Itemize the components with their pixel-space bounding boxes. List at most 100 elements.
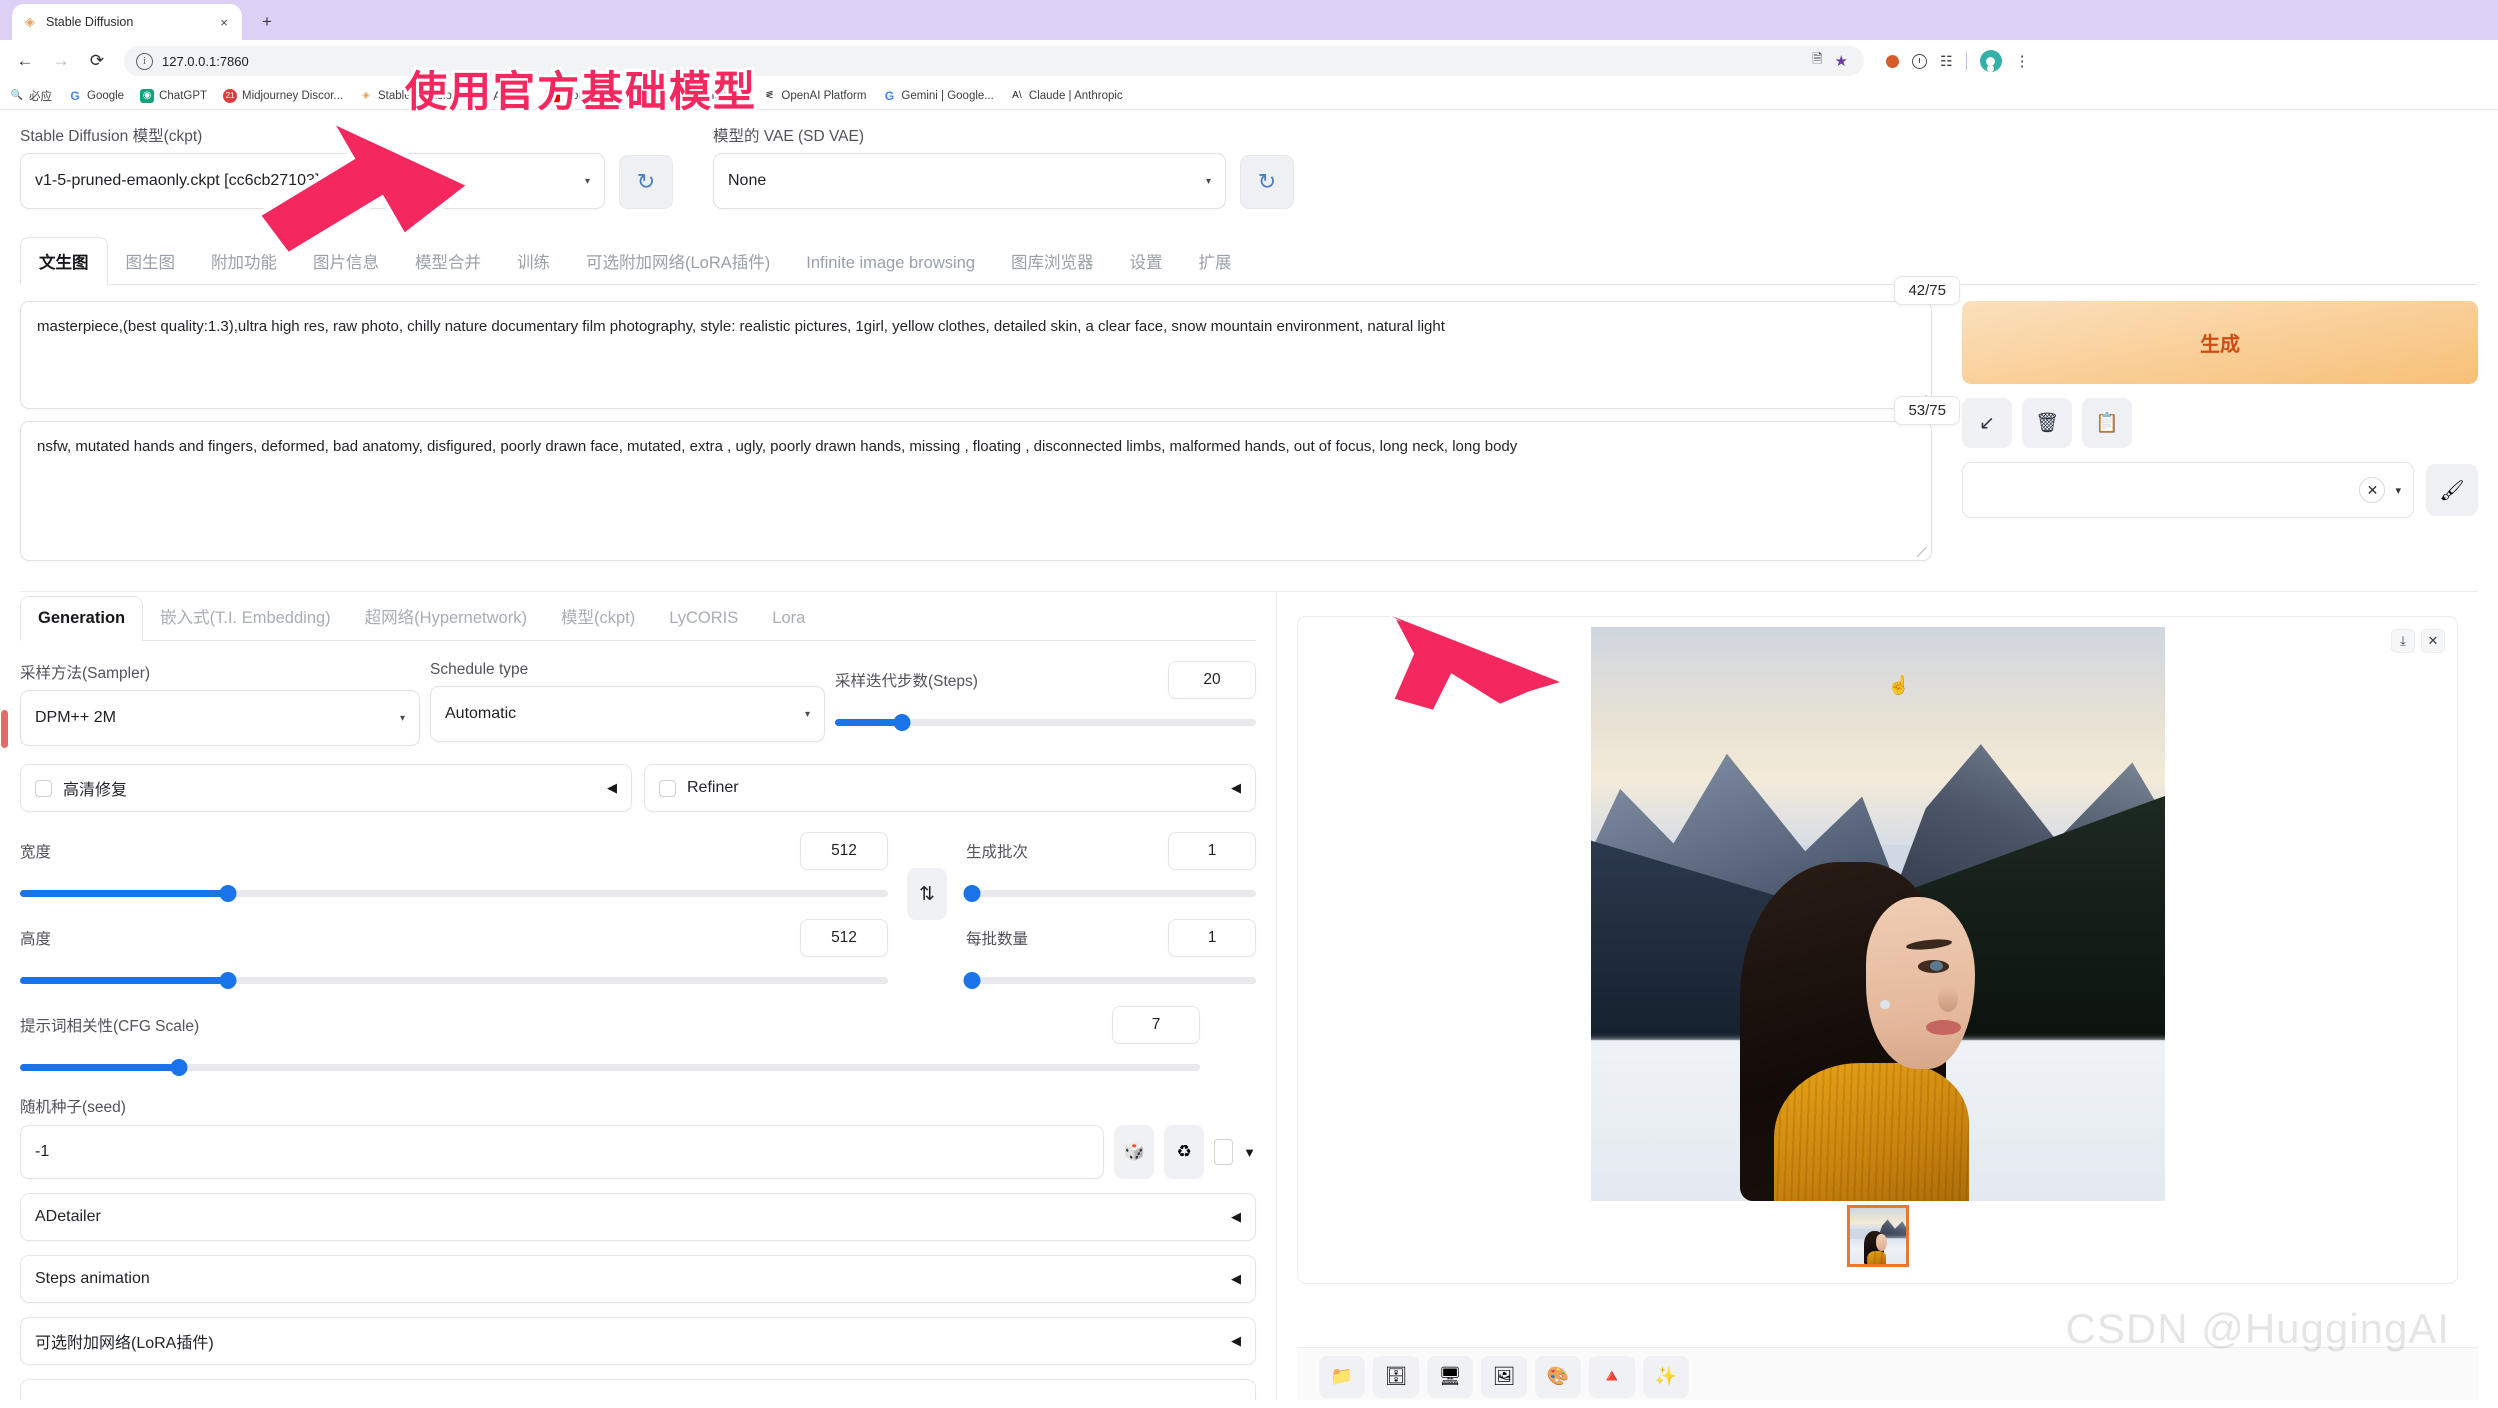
steps-value[interactable]: 20 xyxy=(1168,661,1256,699)
chevron-left-icon[interactable]: ◀ xyxy=(1231,1271,1241,1287)
negative-prompt-input[interactable]: nsfw, mutated hands and fingers, deforme… xyxy=(20,421,1932,561)
refiner-checkbox[interactable] xyxy=(659,779,676,797)
close-icon[interactable]: ✕ xyxy=(2421,629,2445,653)
bookmark-item[interactable]: G Gemini | Google... xyxy=(882,89,994,103)
sampler-select[interactable]: DPM++ 2M ▾ xyxy=(20,690,420,746)
address-bar[interactable]: i 127.0.0.1:7860 🗎 ★ xyxy=(124,46,1864,76)
refresh-ckpt-button[interactable]: ↻ xyxy=(619,155,673,209)
tab-png-info[interactable]: 图片信息 xyxy=(295,238,397,284)
swap-dimensions-button[interactable]: ⇅ xyxy=(907,868,947,920)
chevron-left-icon[interactable]: ◀ xyxy=(1231,780,1241,796)
styles-select[interactable]: ✕ ▾ xyxy=(1962,462,2414,518)
tab-txt2img[interactable]: 文生图 xyxy=(20,237,108,285)
back-icon[interactable]: ← xyxy=(10,46,40,76)
resize-handle[interactable] xyxy=(1917,547,1927,557)
adetailer-accordion[interactable]: ADetailer ◀ xyxy=(20,1193,1256,1241)
generated-image-preview[interactable]: ☝ xyxy=(1590,627,2165,1201)
sparkle-button[interactable]: ✨ xyxy=(1643,1355,1689,1398)
vae-select[interactable]: None ▾ xyxy=(713,153,1226,209)
batch-size-value[interactable]: 1 xyxy=(1168,919,1256,957)
batch-count-slider[interactable] xyxy=(963,885,1256,902)
seed-input[interactable]: -1 xyxy=(20,1125,1105,1179)
batch-size-slider[interactable] xyxy=(963,972,1256,989)
slider-thumb[interactable] xyxy=(893,714,911,731)
width-slider[interactable] xyxy=(20,885,888,902)
chevron-left-icon[interactable]: ◀ xyxy=(1231,1209,1241,1225)
tab-extras[interactable]: 附加功能 xyxy=(193,238,295,284)
chevron-down-icon[interactable]: ▾ xyxy=(400,713,405,724)
ckpt-select[interactable]: v1-5-pruned-emaonly.ckpt [cc6cb27103] ▾ xyxy=(20,153,605,209)
edit-styles-button[interactable]: 🖌 xyxy=(2426,464,2478,516)
slider-thumb[interactable] xyxy=(219,972,237,989)
height-slider[interactable] xyxy=(20,972,888,989)
extension-dot-icon[interactable] xyxy=(1886,54,1899,68)
tab-infinite-image-browsing[interactable]: Infinite image browsing xyxy=(788,243,993,284)
send-to-extras-button[interactable]: 🎨 xyxy=(1535,1355,1581,1398)
clear-styles-icon[interactable]: ✕ xyxy=(2359,477,2386,503)
lora-networks-accordion[interactable]: 可选附加网络(LoRA插件) ◀ xyxy=(20,1317,1256,1365)
steps-slider[interactable] xyxy=(835,714,1256,731)
slider-thumb[interactable] xyxy=(963,885,981,902)
chevron-left-icon[interactable]: ◀ xyxy=(1231,1333,1241,1349)
gallery-thumbnail-selected[interactable] xyxy=(1846,1205,1909,1267)
slider-thumb[interactable] xyxy=(963,972,981,989)
slider-thumb[interactable] xyxy=(170,1059,188,1076)
random-seed-button[interactable]: 🎲 xyxy=(1114,1125,1155,1179)
positive-prompt-input[interactable]: masterpiece,(best quality:1.3),ultra hig… xyxy=(20,301,1932,409)
next-accordion[interactable] xyxy=(20,1379,1256,1400)
clear-prompt-button[interactable]: 🗑 xyxy=(2022,398,2072,448)
zip-button[interactable]: 🗄 xyxy=(1373,1355,1419,1398)
bookmark-item[interactable]: ◉ ChatGPT xyxy=(140,88,207,103)
new-tab-button[interactable]: + xyxy=(256,12,278,32)
steps-animation-accordion[interactable]: Steps animation ◀ xyxy=(20,1255,1256,1303)
schedule-select[interactable]: Automatic ▾ xyxy=(430,686,825,742)
forward-icon[interactable]: → xyxy=(46,46,76,76)
chevron-down-icon[interactable]: ▼ xyxy=(1243,1145,1256,1160)
bookmark-star-icon[interactable]: ★ xyxy=(1835,52,1848,70)
tab-hypernetwork[interactable]: 超网络(Hypernetwork) xyxy=(348,592,544,640)
generate-button[interactable]: 生成 xyxy=(1962,301,2478,384)
extensions-puzzle-icon[interactable]: ☷ xyxy=(1940,53,1953,70)
show-extra-networks-button[interactable]: 📋 xyxy=(2082,398,2132,448)
tab-textual-inversion[interactable]: 嵌入式(T.I. Embedding) xyxy=(143,592,348,640)
send-to-img2img-button[interactable]: 🖥 xyxy=(1427,1355,1473,1398)
extra-seed-checkbox[interactable] xyxy=(1214,1139,1234,1165)
chevron-down-icon[interactable]: ▾ xyxy=(805,709,810,720)
chevron-down-icon[interactable]: ▾ xyxy=(1206,176,1211,187)
tab-extensions[interactable]: 扩展 xyxy=(1181,238,1250,284)
cfg-value[interactable]: 7 xyxy=(1112,1006,1200,1044)
send-to-openoutpaint-button[interactable]: 🔺 xyxy=(1589,1355,1635,1398)
download-icon[interactable]: ⤓ xyxy=(2391,629,2415,653)
translate-icon[interactable]: 🗎 xyxy=(1812,50,1822,72)
reload-icon[interactable]: ⟳ xyxy=(82,46,112,76)
bookmark-item[interactable]: ⪛ OpenAI Platform xyxy=(762,89,866,103)
reuse-seed-button[interactable]: ♻ xyxy=(1164,1125,1205,1179)
bookmark-item[interactable]: G Google xyxy=(68,89,124,103)
tab-checkpoint-merger[interactable]: 模型合并 xyxy=(397,238,499,284)
width-value[interactable]: 512 xyxy=(800,832,888,870)
cfg-slider[interactable] xyxy=(20,1059,1200,1076)
chevron-left-icon[interactable]: ◀ xyxy=(607,780,617,796)
hires-fix-accordion[interactable]: 高清修复 ◀ xyxy=(20,764,632,812)
tab-checkpoints[interactable]: 模型(ckpt) xyxy=(544,592,652,640)
tab-img2img[interactable]: 图生图 xyxy=(108,238,194,284)
tab-gallery-browser[interactable]: 图库浏览器 xyxy=(993,238,1112,284)
history-clock-icon[interactable] xyxy=(1912,53,1927,69)
browser-tab-stable-diffusion[interactable]: ◈ Stable Diffusion × xyxy=(12,4,242,40)
site-info-icon[interactable]: i xyxy=(136,52,153,70)
hires-fix-checkbox[interactable] xyxy=(35,779,52,797)
height-value[interactable]: 512 xyxy=(800,919,888,957)
read-generation-parameters-button[interactable]: ↙ xyxy=(1962,398,2012,448)
refresh-vae-button[interactable]: ↻ xyxy=(1240,155,1294,209)
close-icon[interactable]: × xyxy=(216,15,232,30)
tab-lora-networks[interactable]: 可选附加网络(LoRA插件) xyxy=(568,238,788,284)
chrome-menu-icon[interactable]: ⋮ xyxy=(2015,54,2030,69)
save-button[interactable]: 📁 xyxy=(1319,1355,1365,1398)
bookmark-item[interactable]: 21 Midjourney Discor... xyxy=(223,88,343,103)
tab-settings[interactable]: 设置 xyxy=(1112,238,1181,284)
tab-generation[interactable]: Generation xyxy=(20,596,144,641)
chevron-down-icon[interactable]: ▾ xyxy=(2395,484,2401,497)
tab-lora[interactable]: Lora xyxy=(755,597,822,640)
avatar[interactable] xyxy=(1979,50,2002,72)
slider-thumb[interactable] xyxy=(219,885,237,902)
